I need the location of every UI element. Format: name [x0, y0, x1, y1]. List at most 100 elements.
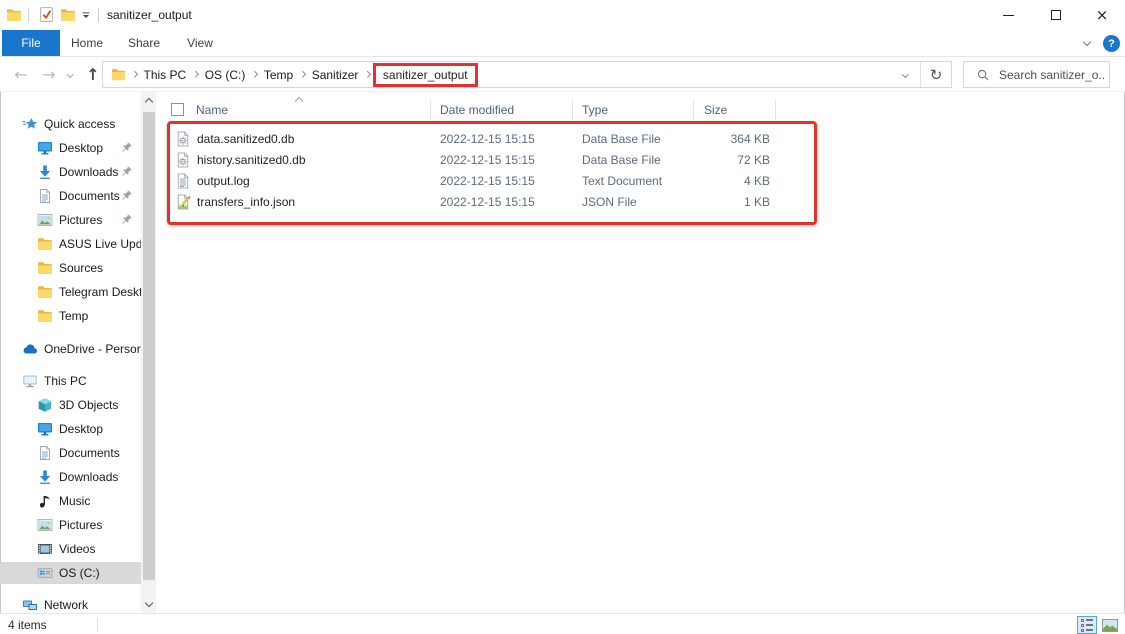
search-box	[963, 61, 1110, 88]
pictures-icon	[37, 212, 53, 228]
minimize-ribbon-icon[interactable]	[1083, 38, 1091, 46]
address-bar[interactable]: This PC OS (C:) Temp Sanitizer sanitizer…	[102, 61, 952, 88]
column-separator[interactable]	[430, 100, 431, 120]
close-icon: ×	[1096, 8, 1109, 23]
breadcrumb-this-pc[interactable]: This PC	[137, 68, 194, 82]
file-size: 364 KB	[660, 132, 770, 146]
titlebar-separator	[98, 8, 99, 22]
address-toolbar: ← → ↑ This PC OS (C:) Temp Sanitizer san…	[0, 57, 1125, 92]
sidebar-item-temp[interactable]: Temp	[0, 305, 141, 327]
scroll-up-icon[interactable]	[141, 94, 156, 110]
sidebar-item-downloads-pinned[interactable]: Downloads	[0, 161, 141, 183]
json-file-icon	[175, 194, 191, 210]
forward-button[interactable]: →	[36, 57, 62, 92]
breadcrumb-chevron-icon[interactable]	[364, 71, 370, 77]
minimize-icon	[1003, 15, 1014, 16]
explorer-window: sanitizer_output × File Home Share View …	[0, 0, 1125, 634]
search-input[interactable]	[999, 68, 1104, 82]
file-name[interactable]: history.sanitized0.db	[197, 153, 306, 167]
file-date: 2022-12-15 15:15	[440, 174, 535, 188]
file-type: JSON File	[582, 195, 637, 209]
sidebar-item-3d-objects[interactable]: 3D Objects	[0, 394, 141, 416]
large-icons-view-button[interactable]	[1100, 616, 1120, 634]
details-view-button[interactable]	[1077, 616, 1097, 634]
sidebar-item-documents[interactable]: Documents	[0, 442, 141, 464]
file-type: Data Base File	[582, 153, 661, 167]
sidebar-item-telegram-desktop[interactable]: Telegram Deskto	[0, 281, 141, 303]
column-header-type[interactable]: Type	[582, 103, 608, 117]
quick-access-star-icon	[22, 116, 38, 132]
file-size: 4 KB	[660, 174, 770, 188]
column-header-name[interactable]: Name	[196, 103, 228, 117]
maximize-button[interactable]	[1033, 0, 1079, 30]
tab-file[interactable]: File	[2, 30, 60, 56]
help-icon[interactable]: ?	[1103, 35, 1120, 52]
column-header-size[interactable]: Size	[704, 103, 727, 117]
status-separator	[97, 618, 98, 631]
file-name[interactable]: output.log	[197, 174, 250, 188]
thumbnail-view-icon	[1102, 619, 1118, 632]
status-bar: 4 items	[0, 613, 1125, 634]
documents-icon	[37, 188, 53, 204]
breadcrumb-temp[interactable]: Temp	[257, 68, 300, 82]
pin-icon	[120, 141, 133, 154]
scroll-down-icon[interactable]	[141, 595, 156, 611]
select-all-checkbox[interactable]	[171, 103, 184, 116]
desktop-icon	[37, 140, 53, 156]
breadcrumb-sanitizer-output[interactable]: sanitizer_output	[383, 68, 468, 82]
title-bar: sanitizer_output ×	[0, 0, 1125, 30]
sidebar-item-sources[interactable]: Sources	[0, 257, 141, 279]
qat-properties-icon[interactable]	[38, 6, 55, 23]
folder-icon	[37, 260, 53, 276]
music-note-icon	[37, 493, 53, 509]
tab-share[interactable]: Share	[118, 30, 170, 56]
sidebar-item-pictures-pinned[interactable]: Pictures	[0, 209, 141, 231]
scrollbar-thumb[interactable]	[143, 112, 155, 580]
sidebar-item-asus-live-update[interactable]: ASUS Live Updat	[0, 233, 141, 255]
folder-icon	[37, 308, 53, 324]
file-name[interactable]: transfers_info.json	[197, 195, 295, 209]
column-separator[interactable]	[572, 100, 573, 120]
sidebar-item-onedrive[interactable]: OneDrive - Persor	[0, 338, 141, 360]
recent-locations-dropdown-icon[interactable]	[62, 57, 78, 92]
text-file-icon	[175, 173, 191, 189]
desktop-icon	[37, 421, 53, 437]
sidebar-item-os-c[interactable]: OS (C:)	[0, 562, 141, 584]
file-date: 2022-12-15 15:15	[440, 153, 535, 167]
refresh-icon[interactable]: ↻	[921, 66, 951, 84]
sidebar-item-documents-pinned[interactable]: Documents	[0, 185, 141, 207]
maximize-icon	[1051, 10, 1061, 20]
close-button[interactable]: ×	[1079, 0, 1125, 30]
sidebar-scrollbar[interactable]	[141, 92, 156, 613]
column-header-date-modified[interactable]: Date modified	[440, 103, 514, 117]
sidebar-item-pictures[interactable]: Pictures	[0, 514, 141, 536]
sort-ascending-icon	[295, 97, 303, 105]
sidebar-item-quick-access[interactable]: Quick access	[0, 113, 141, 135]
back-button[interactable]: ←	[8, 57, 34, 92]
sidebar-item-videos[interactable]: Videos	[0, 538, 141, 560]
column-separator[interactable]	[775, 100, 776, 120]
file-name[interactable]: data.sanitized0.db	[197, 132, 294, 146]
qat-customize-dropdown-icon[interactable]	[80, 9, 92, 21]
tab-home[interactable]: Home	[64, 30, 110, 56]
qat-new-folder-icon[interactable]	[60, 7, 76, 23]
sidebar-item-music[interactable]: Music	[0, 490, 141, 512]
address-folder-icon	[111, 67, 126, 82]
3d-objects-cube-icon	[37, 397, 53, 413]
details-view-icon	[1081, 619, 1093, 632]
sidebar-item-desktop[interactable]: Desktop	[0, 418, 141, 440]
file-date: 2022-12-15 15:15	[440, 195, 535, 209]
documents-icon	[37, 445, 53, 461]
sidebar-item-downloads[interactable]: Downloads	[0, 466, 141, 488]
sidebar-item-this-pc[interactable]: This PC	[0, 370, 141, 392]
item-count: 4 items	[8, 618, 47, 632]
folder-icon	[37, 236, 53, 252]
sidebar-item-desktop-pinned[interactable]: Desktop	[0, 137, 141, 159]
minimize-button[interactable]	[985, 0, 1031, 30]
breadcrumb-os-c[interactable]: OS (C:)	[198, 68, 253, 82]
tab-view[interactable]: View	[176, 30, 224, 56]
column-separator[interactable]	[693, 100, 694, 120]
pin-icon	[120, 165, 133, 178]
address-history-dropdown-icon[interactable]	[890, 72, 920, 77]
breadcrumb-sanitizer[interactable]: Sanitizer	[305, 68, 366, 82]
